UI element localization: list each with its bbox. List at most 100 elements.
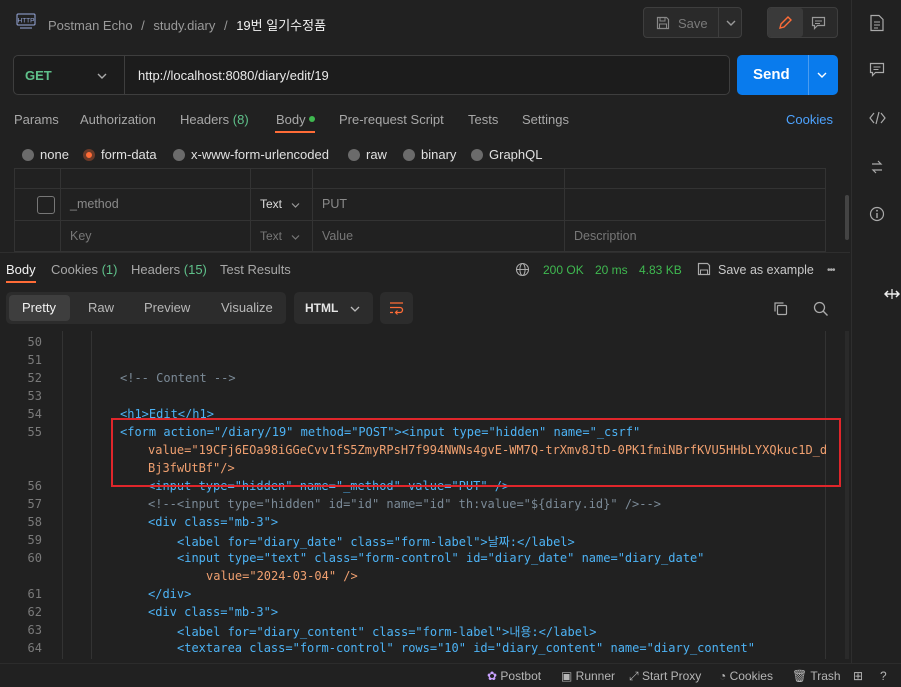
chevron-down-icon[interactable] bbox=[291, 202, 300, 209]
tab-params[interactable]: Params bbox=[14, 112, 59, 127]
highlight-box bbox=[111, 418, 841, 487]
search-icon[interactable] bbox=[813, 301, 829, 317]
format-select[interactable]: HTML bbox=[294, 292, 373, 324]
save-icon bbox=[697, 262, 711, 276]
method-select[interactable]: GET bbox=[25, 68, 52, 83]
globe-icon[interactable] bbox=[515, 262, 530, 277]
code-line: <label for="diary_content" class="form-l… bbox=[177, 625, 597, 639]
value-cell[interactable]: Value bbox=[322, 229, 353, 243]
tab-response-body[interactable]: Body bbox=[6, 262, 36, 277]
request-title[interactable]: 19번 일기수정품 bbox=[236, 18, 326, 33]
save-button[interactable]: Save bbox=[643, 7, 742, 38]
wrap-lines-button[interactable] bbox=[380, 292, 413, 324]
trash-button[interactable]: 🗑 Trash bbox=[792, 669, 841, 683]
row-checkbox[interactable] bbox=[37, 196, 55, 214]
layout-icon[interactable]: ⊞ bbox=[853, 669, 863, 683]
comments-icon[interactable] bbox=[869, 62, 885, 78]
key-cell[interactable]: _method bbox=[70, 197, 119, 211]
start-proxy-button[interactable]: ⤢ Start Proxy bbox=[629, 669, 701, 684]
documentation-icon[interactable] bbox=[869, 14, 885, 32]
radio-graphql[interactable]: GraphQL bbox=[471, 147, 542, 162]
help-icon[interactable]: ? bbox=[880, 669, 887, 683]
chevron-down-icon[interactable] bbox=[97, 72, 107, 80]
code-line: <!-- Content --> bbox=[120, 371, 236, 385]
line-number: 53 bbox=[27, 389, 42, 403]
info-icon[interactable] bbox=[869, 206, 885, 222]
code-line: <label for="diary_date" class="form-labe… bbox=[177, 535, 575, 549]
status-bar: ✿ Postbot ▣ Runner ⤢ Start Proxy ◔ Cooki… bbox=[0, 663, 901, 687]
chevron-down-icon[interactable] bbox=[817, 71, 827, 79]
breadcrumb-workspace[interactable]: Postman Echo bbox=[48, 18, 133, 33]
tab-headers[interactable]: Headers (8) bbox=[180, 112, 249, 127]
svg-text:HTTP: HTTP bbox=[18, 18, 35, 25]
runner-button[interactable]: ▣ Runner bbox=[561, 669, 615, 683]
key-cell[interactable]: Key bbox=[70, 229, 92, 243]
response-size[interactable]: 4.83 KB bbox=[639, 263, 682, 277]
line-number: 59 bbox=[27, 533, 42, 547]
tab-test-results[interactable]: Test Results bbox=[220, 262, 291, 277]
radio-urlencoded[interactable]: x-www-form-urlencoded bbox=[173, 147, 329, 162]
chevron-down-icon[interactable] bbox=[291, 234, 300, 241]
breadcrumb-separator: / bbox=[141, 18, 145, 33]
radio-form-data[interactable]: form-data bbox=[83, 147, 157, 162]
chevron-down-icon[interactable] bbox=[726, 19, 736, 27]
copy-icon[interactable] bbox=[773, 301, 788, 316]
radio-binary[interactable]: binary bbox=[403, 147, 456, 162]
tab-prerequest-script[interactable]: Pre-request Script bbox=[339, 112, 444, 127]
breadcrumb-separator: / bbox=[223, 18, 228, 33]
body-active-dot bbox=[309, 116, 316, 122]
radio-raw[interactable]: raw bbox=[348, 147, 387, 162]
send-button[interactable]: Send bbox=[737, 55, 838, 95]
top-bar: HTTP Postman Echo / study.diary / 19번 일기… bbox=[0, 0, 850, 44]
table-scrollbar[interactable] bbox=[845, 195, 849, 240]
cookies-count: (1) bbox=[101, 262, 118, 277]
table-row: _method Text PUT bbox=[15, 188, 825, 220]
tab-response-cookies[interactable]: Cookies (1) bbox=[51, 262, 117, 277]
code-line: <input type="text" class="form-control" … bbox=[177, 551, 705, 565]
chevron-down-icon bbox=[350, 305, 360, 313]
value-cell[interactable]: PUT bbox=[322, 197, 347, 211]
code-line: </div> bbox=[148, 587, 192, 601]
pane-divider[interactable] bbox=[0, 252, 850, 253]
tab-body[interactable]: Body bbox=[276, 112, 316, 127]
url-input[interactable]: http://localhost:8080/diary/edit/19 bbox=[138, 68, 329, 83]
save-as-example-button[interactable]: Save as example bbox=[718, 263, 814, 277]
related-collections-icon[interactable] bbox=[869, 159, 885, 175]
view-pretty[interactable]: Pretty bbox=[22, 300, 56, 315]
tab-settings[interactable]: Settings bbox=[522, 112, 569, 127]
resize-cursor-icon bbox=[884, 287, 900, 301]
view-visualize[interactable]: Visualize bbox=[221, 300, 273, 315]
code-line: <div class="mb-3"> bbox=[148, 605, 279, 619]
breadcrumb-collection[interactable]: study.diary bbox=[153, 18, 215, 33]
code-line: value="2024-03-04" /> bbox=[206, 569, 358, 583]
table-row: Key Text Value Description bbox=[15, 220, 825, 252]
type-select[interactable]: Text bbox=[260, 229, 282, 243]
cookies-link[interactable]: Cookies bbox=[786, 112, 833, 127]
comment-icon[interactable] bbox=[811, 16, 826, 30]
more-options-icon[interactable]: ••• bbox=[827, 265, 835, 276]
code-scrollbar[interactable] bbox=[845, 331, 849, 659]
cookies-button[interactable]: ◔ Cookies bbox=[719, 669, 773, 683]
status-code[interactable]: 200 OK bbox=[543, 263, 584, 277]
line-number: 61 bbox=[27, 587, 42, 601]
tab-response-headers[interactable]: Headers (15) bbox=[131, 262, 207, 277]
line-number: 58 bbox=[27, 515, 42, 529]
view-raw[interactable]: Raw bbox=[88, 300, 114, 315]
line-number: 60 bbox=[27, 551, 42, 565]
code-line: <!--<input type="hidden" id="id" name="i… bbox=[148, 497, 661, 511]
response-code-viewer[interactable]: 50 51 52 <!-- Content --> 53 54 <h1>Edit… bbox=[0, 331, 850, 659]
view-preview[interactable]: Preview bbox=[144, 300, 190, 315]
tab-tests[interactable]: Tests bbox=[468, 112, 498, 127]
url-bar: GET http://localhost:8080/diary/edit/19 bbox=[13, 55, 730, 95]
tab-authorization[interactable]: Authorization bbox=[80, 112, 156, 127]
response-time[interactable]: 20 ms bbox=[595, 263, 628, 277]
type-select[interactable]: Text bbox=[260, 197, 282, 211]
edit-button[interactable] bbox=[768, 8, 803, 37]
description-cell[interactable]: Description bbox=[574, 229, 637, 243]
view-mode-switcher: Pretty Raw Preview Visualize bbox=[6, 292, 286, 324]
radio-none[interactable]: none bbox=[22, 147, 69, 162]
headers-count: (8) bbox=[232, 112, 249, 127]
code-line: <textarea class="form-control" rows="10"… bbox=[177, 641, 755, 655]
postbot-button[interactable]: ✿ Postbot bbox=[487, 669, 541, 683]
code-icon[interactable] bbox=[869, 111, 886, 125]
